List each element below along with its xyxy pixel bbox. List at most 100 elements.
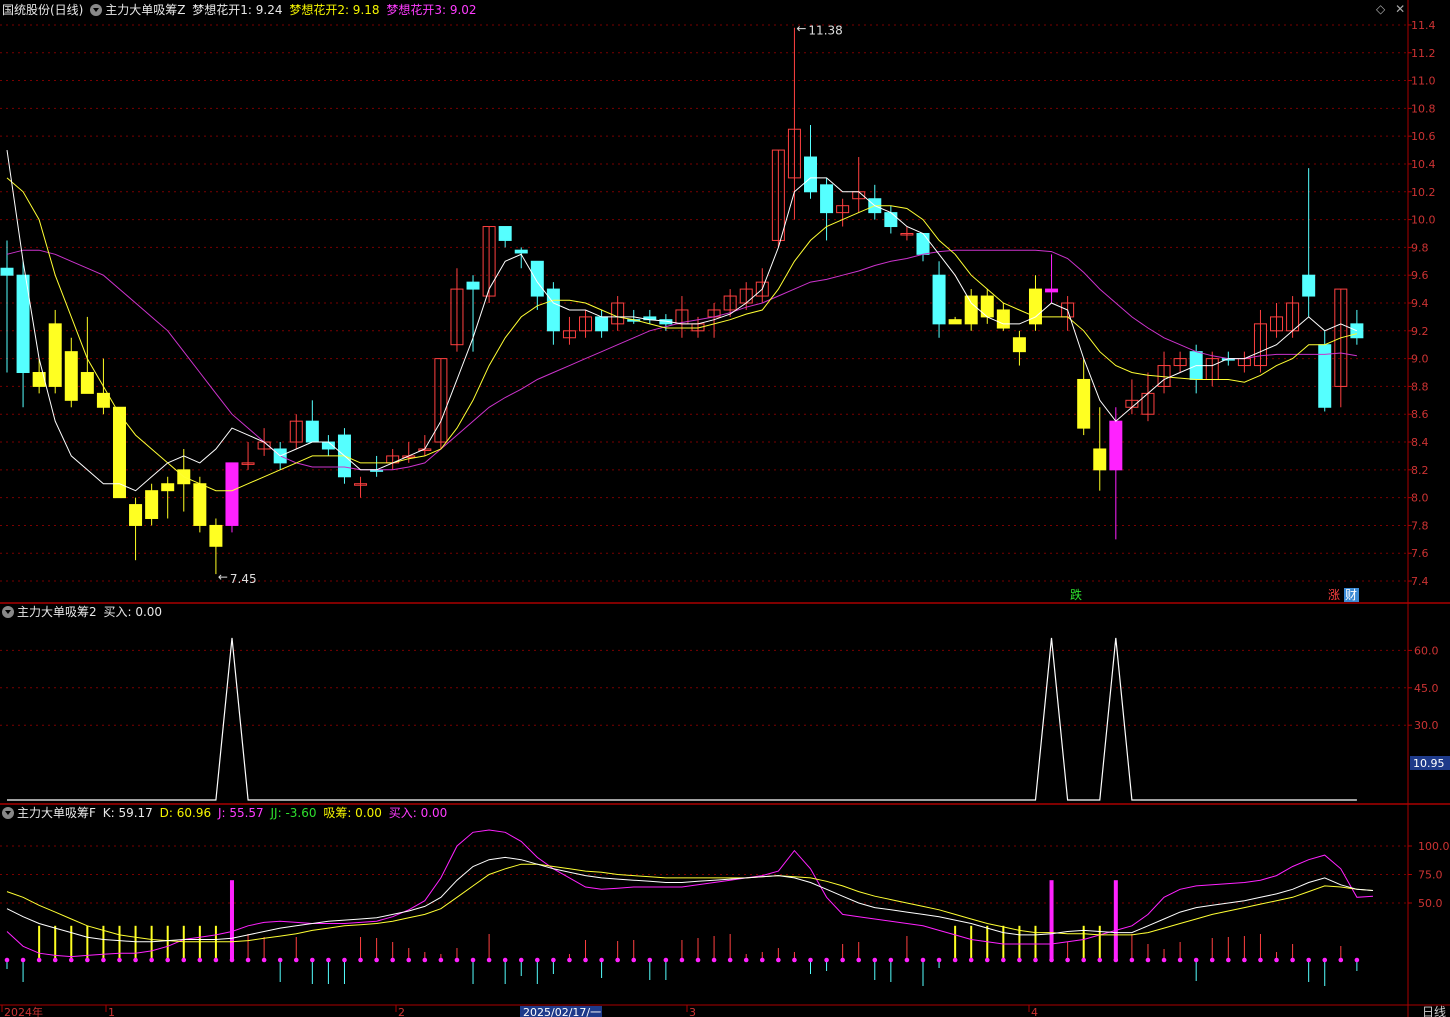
tag-cai: 财 <box>1345 588 1357 602</box>
candle-body <box>546 288 560 332</box>
candle-body <box>932 274 946 325</box>
buy-signal-line <box>7 637 1357 801</box>
zero-dot <box>68 957 74 963</box>
zero-dot <box>920 957 926 963</box>
zero-dot <box>824 957 829 963</box>
zero-dot <box>52 957 58 963</box>
buy-bar <box>229 880 234 960</box>
candle-body <box>884 212 898 228</box>
zero-dot <box>695 957 701 963</box>
zero-dot <box>502 957 508 963</box>
y-tick-label: 10.0 <box>1411 214 1436 227</box>
y-tick-label: 11.0 <box>1411 75 1436 88</box>
zero-dot <box>133 957 138 963</box>
y-tick-label: 10.8 <box>1411 102 1436 115</box>
candle-body <box>48 323 62 387</box>
current-value: 10.95 <box>1413 757 1445 770</box>
zero-dot <box>1306 957 1311 963</box>
zero-dot <box>1209 957 1215 963</box>
candle-body <box>1045 288 1059 293</box>
candle-body <box>1302 274 1316 297</box>
zero-dot <box>743 957 749 963</box>
zero-dot <box>165 957 170 963</box>
candle-body <box>16 274 30 374</box>
zero-dot <box>1193 957 1199 963</box>
zero-dot <box>840 957 845 963</box>
zero-dot <box>759 957 765 963</box>
candle-body <box>820 184 834 214</box>
zero-dot <box>470 957 476 963</box>
y-tick-label: 8.8 <box>1411 380 1429 393</box>
date-cursor-label: 2025/02/17/一 <box>523 1006 601 1017</box>
candle-body <box>1109 420 1123 471</box>
zero-dot <box>711 957 717 963</box>
candle-body <box>145 490 159 519</box>
candle-body <box>0 267 14 276</box>
zero-dot <box>229 957 235 963</box>
zero-dot <box>1322 957 1328 963</box>
zero-dot <box>358 957 363 963</box>
zero-dot <box>197 957 203 963</box>
y-tick-label: 8.0 <box>1411 492 1429 505</box>
tag-die: 跌 <box>1070 587 1082 602</box>
zero-dot <box>679 957 685 963</box>
candle-body <box>514 249 528 254</box>
chart-canvas[interactable]: 11.4 11.2 11.0 10.8 10.6 10.4 10.2 10.0 9.8 9.6 9.… <box>0 0 1450 1017</box>
zero-dot <box>1017 957 1022 963</box>
zero-dot <box>1113 957 1119 963</box>
zero-dot <box>1161 957 1167 963</box>
candle-body <box>96 392 110 408</box>
zero-dot <box>663 957 669 963</box>
zero-dot <box>1274 957 1279 963</box>
period-label: 日线 <box>1422 1005 1446 1017</box>
candle-body <box>129 504 143 526</box>
candle-body <box>948 319 962 325</box>
y-tick-label: 9.6 <box>1411 269 1429 282</box>
zero-dot <box>438 957 444 963</box>
zero-dot <box>486 957 492 963</box>
zero-dot <box>1001 957 1006 963</box>
zero-dot <box>326 957 331 963</box>
zero-dot <box>567 957 572 963</box>
zero-dot <box>454 957 460 963</box>
k-line <box>6 856 1374 943</box>
zero-dot <box>518 957 524 963</box>
low-marker-label: 7.45 <box>230 572 257 586</box>
low-marker: ← <box>218 570 228 584</box>
y-tick-label: 9.8 <box>1411 241 1429 254</box>
zero-dot <box>1338 957 1344 963</box>
candle-body <box>530 260 544 297</box>
buy-bar <box>1113 880 1118 960</box>
zero-dot <box>808 957 813 963</box>
zero-dot <box>422 957 428 963</box>
buy-bar <box>1049 880 1054 960</box>
candle-body <box>64 351 78 401</box>
zero-dot <box>968 957 974 963</box>
candle-body <box>1077 378 1091 429</box>
y-tick-label: 45.0 <box>1414 682 1439 695</box>
zero-dot <box>181 957 187 963</box>
zero-dot <box>1097 957 1103 963</box>
zero-dot <box>904 957 910 963</box>
candle-body <box>595 316 609 332</box>
x-tick-label: 2 <box>398 1006 405 1017</box>
zero-dot <box>374 957 379 963</box>
candle-body <box>225 462 239 526</box>
zero-dot <box>1290 957 1295 963</box>
zero-dot <box>888 957 894 963</box>
y-tick-label: 11.4 <box>1411 19 1436 32</box>
candle-body <box>305 420 319 443</box>
candle-body <box>964 295 978 325</box>
zero-dot <box>872 957 878 963</box>
zero-dot <box>1033 957 1038 963</box>
zero-dot <box>856 957 862 963</box>
zero-dot <box>406 957 412 963</box>
y-tick-label: 8.2 <box>1411 464 1429 477</box>
y-tick-label: 10.2 <box>1411 186 1436 199</box>
zero-dot <box>727 957 733 963</box>
tag-zhang: 涨 <box>1328 587 1340 602</box>
y-tick-label: 60.0 <box>1414 644 1439 657</box>
zero-dot <box>101 957 106 963</box>
zero-dot <box>583 957 588 963</box>
zero-dot <box>551 957 556 963</box>
